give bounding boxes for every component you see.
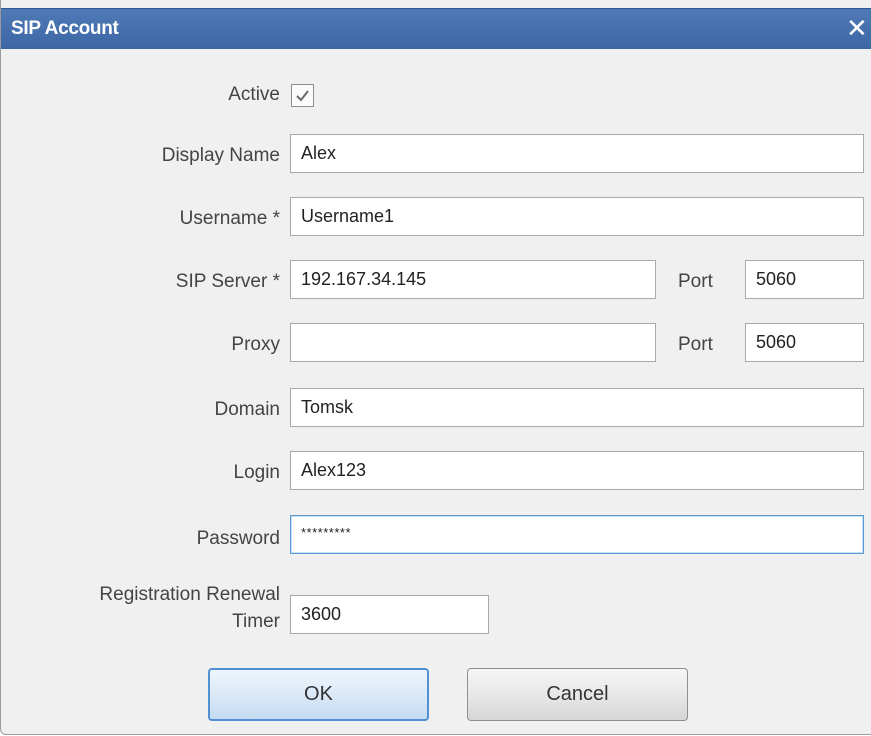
ok-button[interactable]: OK bbox=[208, 668, 429, 721]
active-label: Active bbox=[228, 84, 280, 105]
login-field[interactable]: Alex123 bbox=[290, 451, 864, 490]
sip-port-label: Port bbox=[678, 271, 713, 292]
username-label: Username * bbox=[179, 208, 280, 229]
active-checkbox[interactable] bbox=[291, 84, 314, 107]
proxy-port-label: Port bbox=[678, 334, 713, 355]
proxy-label: Proxy bbox=[231, 334, 280, 355]
sip-port-field[interactable]: 5060 bbox=[745, 260, 864, 299]
checkmark-icon bbox=[296, 90, 309, 102]
renewal-timer-field[interactable]: 3600 bbox=[290, 595, 489, 634]
renewal-timer-label-line2: Timer bbox=[232, 611, 280, 632]
renewal-timer-label: Registration Renewal Timer bbox=[10, 581, 280, 635]
login-label: Login bbox=[233, 462, 281, 483]
password-label: Password bbox=[196, 528, 280, 549]
domain-field[interactable]: Tomsk bbox=[290, 388, 864, 427]
dialog-titlebar: SIP Account ✕ bbox=[1, 8, 871, 49]
dialog-title: SIP Account bbox=[11, 18, 119, 39]
close-icon[interactable]: ✕ bbox=[846, 14, 871, 42]
sip-server-label: SIP Server * bbox=[175, 271, 280, 292]
password-field[interactable]: ********* bbox=[290, 515, 864, 554]
proxy-field[interactable] bbox=[290, 323, 656, 362]
cancel-button[interactable]: Cancel bbox=[467, 668, 688, 721]
display-name-field[interactable]: Alex bbox=[290, 134, 864, 173]
sip-account-dialog: SIP Account ✕ Active Display Name Alex U… bbox=[0, 0, 871, 735]
renewal-timer-label-line1: Registration Renewal bbox=[99, 584, 280, 605]
display-name-label: Display Name bbox=[161, 145, 280, 166]
sip-server-field[interactable]: 192.167.34.145 bbox=[290, 260, 656, 299]
username-field[interactable]: Username1 bbox=[290, 197, 864, 236]
proxy-port-field[interactable]: 5060 bbox=[745, 323, 864, 362]
domain-label: Domain bbox=[214, 399, 280, 420]
